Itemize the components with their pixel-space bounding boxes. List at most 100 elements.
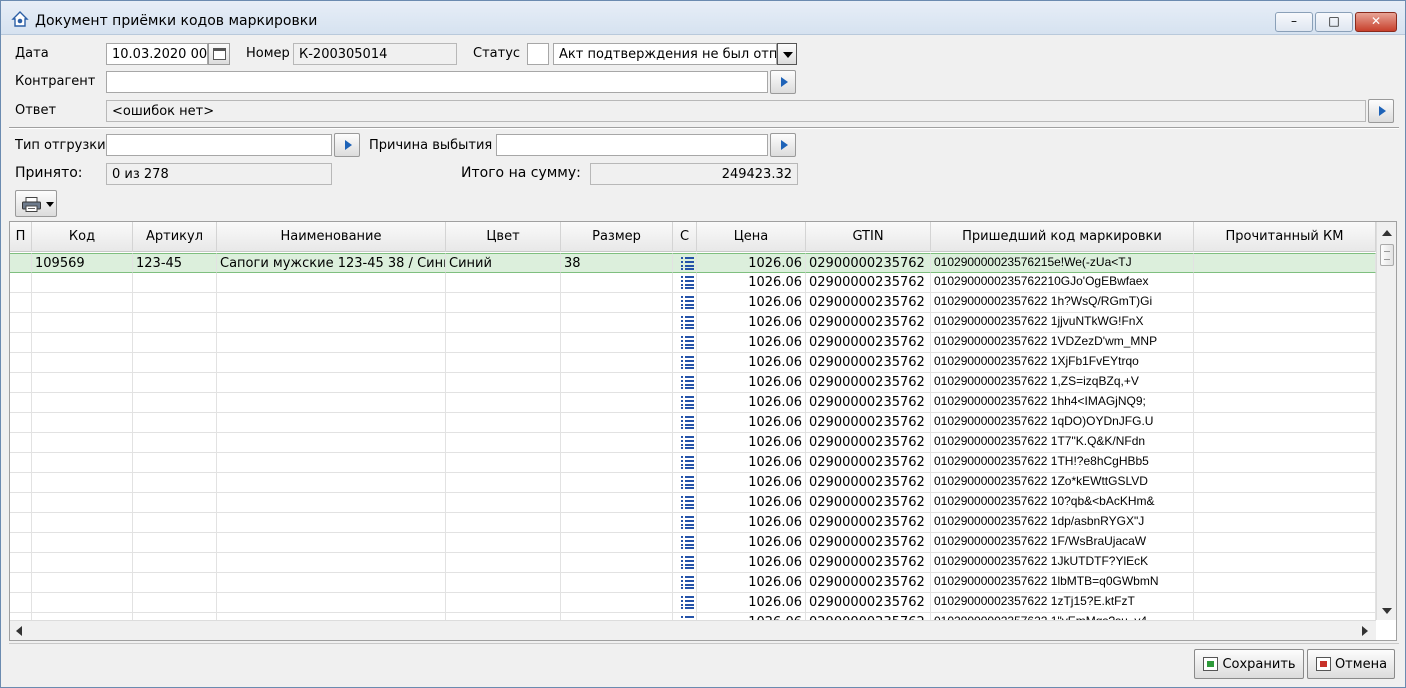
cell-col-name[interactable] — [217, 273, 446, 293]
table-row[interactable]: 1026.060290000023576201029000002357622 1… — [10, 353, 1376, 373]
cell-col-gtin[interactable]: 02900000235762 — [806, 513, 931, 533]
cell-col-km[interactable]: 01029000002357622 1T7"K.Q&K/NFdn — [931, 433, 1194, 453]
table-row[interactable]: 1026.060290000023576201029000002357622 1… — [10, 513, 1376, 533]
cell-col-c[interactable] — [673, 353, 697, 373]
table-row[interactable]: 1026.060290000023576201029000002357622 1… — [10, 593, 1376, 613]
cell-col-size[interactable]: 38 — [561, 253, 673, 273]
scroll-thumb[interactable] — [1380, 244, 1394, 266]
cell-col-size[interactable] — [561, 493, 673, 513]
minimize-button[interactable]: – — [1275, 12, 1313, 32]
list-icon[interactable] — [681, 456, 694, 469]
cell-col-code[interactable] — [32, 453, 133, 473]
cell-col-size[interactable] — [561, 553, 673, 573]
cell-col-read[interactable] — [1194, 593, 1376, 613]
cell-col-size[interactable] — [561, 573, 673, 593]
cell-col-size[interactable] — [561, 313, 673, 333]
cell-col-p[interactable] — [10, 473, 32, 493]
status-select[interactable]: Акт подтверждения не был отправ — [553, 43, 777, 65]
cell-col-c[interactable] — [673, 253, 697, 273]
cell-col-c[interactable] — [673, 393, 697, 413]
cell-col-c[interactable] — [673, 473, 697, 493]
cell-col-c[interactable] — [673, 293, 697, 313]
scroll-right-icon[interactable] — [1362, 626, 1368, 636]
cell-col-article[interactable] — [133, 573, 217, 593]
cell-col-name[interactable] — [217, 493, 446, 513]
cell-col-read[interactable] — [1194, 353, 1376, 373]
cell-col-name[interactable] — [217, 373, 446, 393]
cell-col-name[interactable] — [217, 313, 446, 333]
cell-col-article[interactable] — [133, 313, 217, 333]
cell-col-gtin[interactable]: 02900000235762 — [806, 553, 931, 573]
cell-col-size[interactable] — [561, 593, 673, 613]
cell-col-color[interactable] — [446, 353, 561, 373]
cell-col-km[interactable]: 01029000002357622 1Zo*kEWttGSLVD — [931, 473, 1194, 493]
header-col-km[interactable]: Пришедший код маркировки — [931, 222, 1194, 252]
cell-col-size[interactable] — [561, 513, 673, 533]
cell-col-p[interactable] — [10, 273, 32, 293]
cell-col-color[interactable] — [446, 513, 561, 533]
cell-col-km[interactable]: 01029000002357622 1JkUTDTF?YlEcK — [931, 553, 1194, 573]
cell-col-size[interactable] — [561, 453, 673, 473]
cell-col-color[interactable] — [446, 313, 561, 333]
cell-col-size[interactable] — [561, 473, 673, 493]
cell-col-code[interactable] — [32, 373, 133, 393]
cell-col-km[interactable]: 01029000002357622 1,ZS=izqBZq,+V — [931, 373, 1194, 393]
scroll-down-icon[interactable] — [1382, 608, 1392, 614]
cell-col-gtin[interactable]: 02900000235762 — [806, 393, 931, 413]
cell-col-price[interactable]: 1026.06 — [697, 573, 806, 593]
cell-col-code[interactable] — [32, 573, 133, 593]
cell-col-c[interactable] — [673, 453, 697, 473]
cell-col-read[interactable] — [1194, 433, 1376, 453]
cell-col-name[interactable] — [217, 453, 446, 473]
cell-col-read[interactable] — [1194, 413, 1376, 433]
cell-col-km[interactable]: 01029000002357622 1hh4<IMAGjNQ9; — [931, 393, 1194, 413]
table-row[interactable]: 1026.060290000023576201029000002357622 1… — [10, 293, 1376, 313]
cell-col-read[interactable] — [1194, 253, 1376, 273]
header-col-size[interactable]: Размер — [561, 222, 673, 252]
cell-col-color[interactable]: Синий — [446, 253, 561, 273]
cell-col-c[interactable] — [673, 493, 697, 513]
cell-col-read[interactable] — [1194, 533, 1376, 553]
cell-col-gtin[interactable]: 02900000235762 — [806, 533, 931, 553]
cell-col-km[interactable]: 01029000002357622 1VDZezD'wm_MNP — [931, 333, 1194, 353]
cell-col-c[interactable] — [673, 273, 697, 293]
cell-col-c[interactable] — [673, 333, 697, 353]
shipment-type-select-button[interactable] — [334, 133, 360, 157]
cell-col-p[interactable] — [10, 253, 32, 273]
list-icon[interactable] — [681, 436, 694, 449]
cell-col-color[interactable] — [446, 553, 561, 573]
header-col-read[interactable]: Прочитанный КМ — [1194, 222, 1376, 252]
cell-col-code[interactable] — [32, 293, 133, 313]
list-icon[interactable] — [681, 336, 694, 349]
cell-col-km[interactable]: 01029000002357622 1lbMTB=q0GWbmN — [931, 573, 1194, 593]
cell-col-gtin[interactable]: 02900000235762 — [806, 273, 931, 293]
cell-col-article[interactable] — [133, 293, 217, 313]
cell-col-article[interactable] — [133, 273, 217, 293]
cell-col-price[interactable]: 1026.06 — [697, 353, 806, 373]
cell-col-price[interactable]: 1026.06 — [697, 373, 806, 393]
vertical-scrollbar[interactable] — [1376, 222, 1396, 620]
list-icon[interactable] — [681, 556, 694, 569]
shipment-type-field[interactable] — [106, 134, 332, 156]
table-row[interactable]: 1026.060290000023576201029000002357622 1… — [10, 333, 1376, 353]
counterparty-field[interactable] — [106, 71, 768, 93]
cell-col-p[interactable] — [10, 513, 32, 533]
response-open-button[interactable] — [1368, 99, 1394, 123]
cell-col-name[interactable] — [217, 433, 446, 453]
maximize-button[interactable]: □ — [1315, 12, 1353, 32]
reason-field[interactable] — [496, 134, 768, 156]
cell-col-read[interactable] — [1194, 293, 1376, 313]
cell-col-price[interactable]: 1026.06 — [697, 453, 806, 473]
cell-col-p[interactable] — [10, 593, 32, 613]
header-col-article[interactable]: Артикул — [133, 222, 217, 252]
cell-col-name[interactable] — [217, 573, 446, 593]
cell-col-read[interactable] — [1194, 493, 1376, 513]
cell-col-c[interactable] — [673, 433, 697, 453]
chevron-down-icon[interactable] — [46, 202, 54, 207]
cell-col-code[interactable] — [32, 553, 133, 573]
cell-col-article[interactable] — [133, 533, 217, 553]
cancel-button[interactable]: Отмена — [1307, 649, 1395, 679]
cell-col-read[interactable] — [1194, 373, 1376, 393]
cell-col-article[interactable] — [133, 453, 217, 473]
list-icon[interactable] — [681, 257, 694, 270]
